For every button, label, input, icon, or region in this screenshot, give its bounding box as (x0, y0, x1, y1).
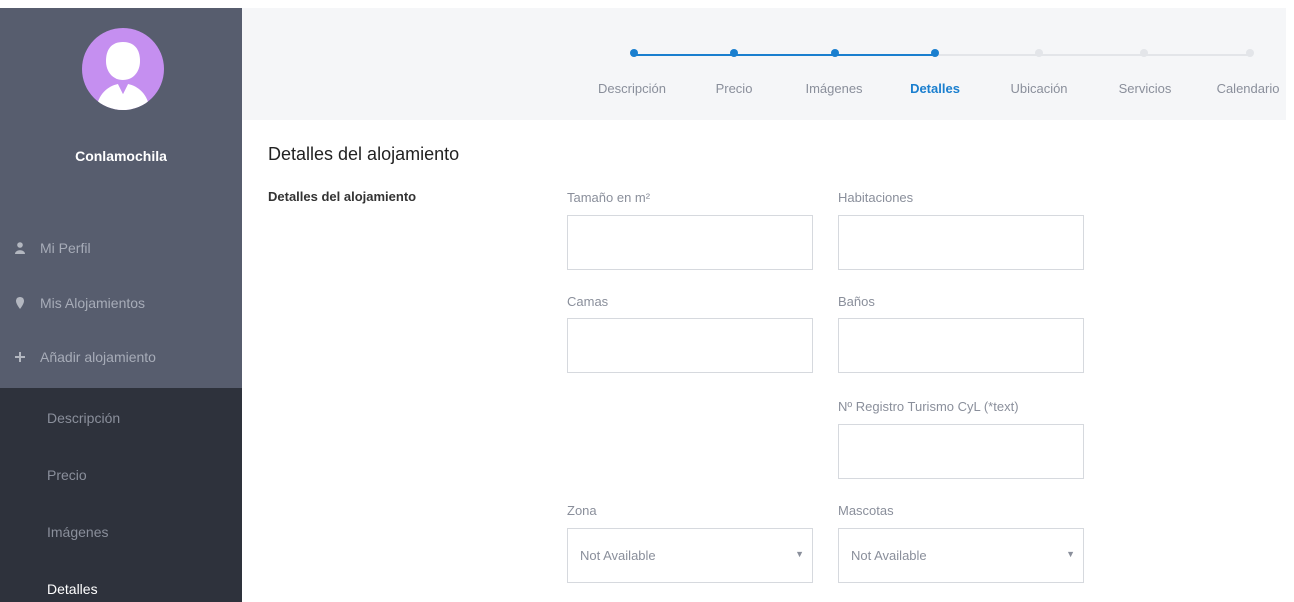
user-silhouette-icon (96, 42, 150, 110)
sidebar-item-label: Añadir alojamiento (40, 349, 156, 365)
plus-icon (0, 352, 42, 362)
step-calendario[interactable]: Calendario (1217, 81, 1280, 96)
mascotas-select-value: Not Available (851, 548, 927, 563)
sidebar-item-anadir-alojamiento[interactable]: Añadir alojamiento (0, 330, 242, 384)
sidebar-item-label: Mis Alojamientos (40, 295, 146, 311)
user-icon (0, 242, 42, 254)
subnav-item-imagenes[interactable]: Imágenes (47, 524, 108, 540)
stepper-bar: Descripción Precio Imágenes Detalles Ubi… (242, 8, 1286, 120)
step-imagenes[interactable]: Imágenes (805, 81, 862, 96)
step-descripcion[interactable]: Descripción (598, 81, 666, 96)
mascotas-select[interactable]: Not Available ▼ (838, 528, 1084, 583)
zona-label: Zona (567, 503, 597, 518)
stepper-dot-7[interactable] (1246, 49, 1254, 57)
chevron-down-icon: ▼ (1066, 549, 1075, 559)
sidebar-item-mis-alojamientos[interactable]: Mis Alojamientos (0, 276, 242, 330)
step-detalles[interactable]: Detalles (910, 81, 960, 96)
section-label: Detalles del alojamiento (268, 189, 417, 204)
step-ubicacion[interactable]: Ubicación (1010, 81, 1067, 96)
username: Conlamochila (75, 148, 167, 164)
stepper-dot-6[interactable] (1140, 49, 1148, 57)
map-pin-icon (0, 297, 42, 309)
page-title: Detalles del alojamiento (268, 144, 460, 164)
banos-input[interactable] (838, 318, 1084, 373)
stepper-dot-3[interactable] (831, 49, 839, 57)
stepper-dot-1[interactable] (630, 49, 638, 57)
stepper-dot-5[interactable] (1035, 49, 1043, 57)
chevron-down-icon: ▼ (795, 549, 804, 559)
camas-input[interactable] (567, 318, 813, 373)
registro-input[interactable] (838, 424, 1084, 479)
profile-block: Conlamochila (0, 8, 242, 183)
stepper-line-5 (1039, 54, 1144, 56)
tamano-label: Tamaño en m² (567, 190, 651, 205)
sidebar-item-label: Mi Perfil (40, 240, 91, 256)
habitaciones-label: Habitaciones (838, 190, 914, 205)
avatar[interactable] (82, 28, 164, 110)
stepper-line-6 (1144, 54, 1250, 56)
sidebar-item-mi-perfil[interactable]: Mi Perfil (0, 221, 242, 275)
camas-label: Camas (567, 294, 609, 309)
stepper-line-2 (734, 54, 835, 56)
zona-select-value: Not Available (580, 548, 656, 563)
sidebar: Conlamochila Mi Perfil Mis Alojamientos … (0, 8, 242, 602)
step-servicios[interactable]: Servicios (1119, 81, 1172, 96)
registro-label: Nº Registro Turismo CyL (*text) (838, 399, 1019, 414)
stepper-line-4 (935, 54, 1039, 56)
step-precio[interactable]: Precio (716, 81, 753, 96)
subnav-item-descripcion[interactable]: Descripción (47, 410, 120, 426)
subnav-item-detalles[interactable]: Detalles (47, 581, 98, 597)
subnav: Descripción Precio Imágenes Detalles (0, 388, 242, 602)
mascotas-label: Mascotas (838, 503, 894, 518)
stepper-dot-4[interactable] (931, 49, 939, 57)
stepper-line-1 (634, 54, 734, 56)
stepper-dot-2[interactable] (730, 49, 738, 57)
zona-select[interactable]: Not Available ▼ (567, 528, 813, 583)
subnav-item-precio[interactable]: Precio (47, 467, 87, 483)
banos-label: Baños (838, 294, 875, 309)
tamano-input[interactable] (567, 215, 813, 270)
habitaciones-input[interactable] (838, 215, 1084, 270)
stepper-line-3 (835, 54, 935, 56)
